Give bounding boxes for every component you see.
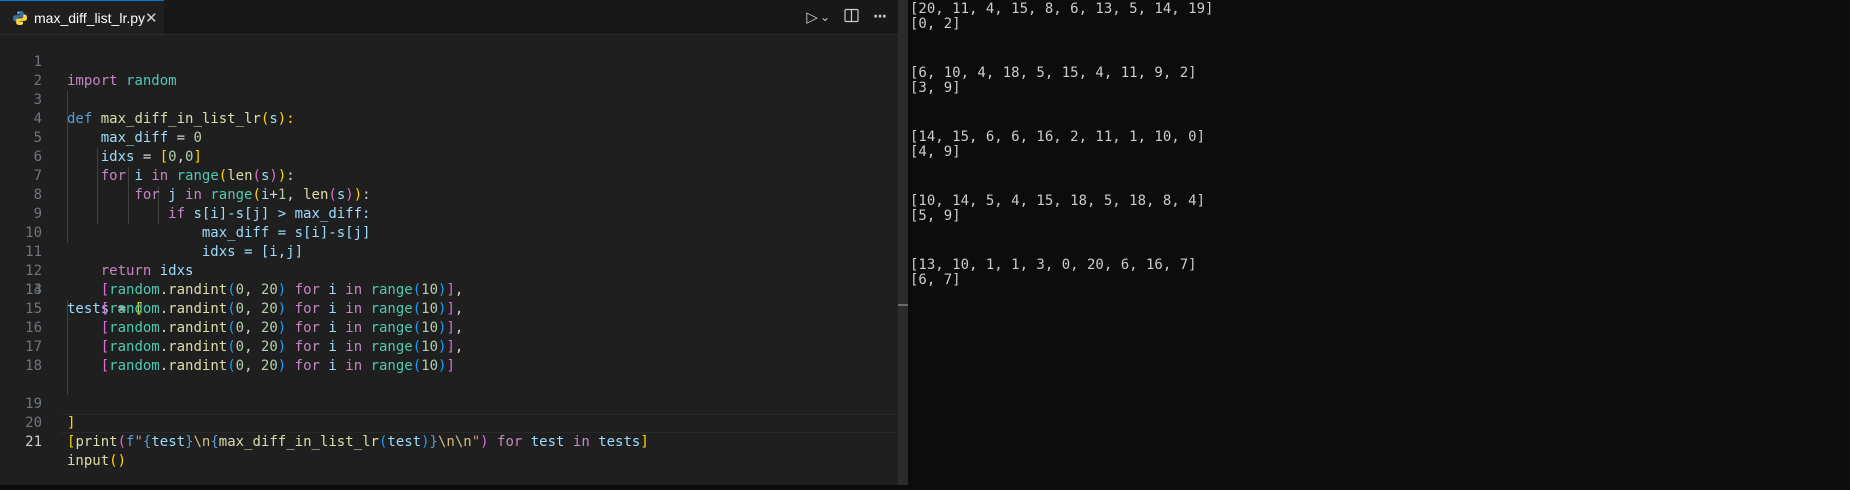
code-line: 18 [random.randint(0, 20) for i in range…	[0, 357, 898, 376]
split-editor-icon[interactable]	[844, 8, 859, 27]
code-text: [print(f"{test}\n{max_diff_in_list_lr(te…	[67, 434, 649, 450]
code-line: 8 if s[i]-s[j] > max_diff:	[0, 167, 898, 222]
code-line: 14 [random.randint(0, 20) for i in range…	[0, 281, 898, 300]
code-line: 11 return idxs	[0, 224, 898, 279]
code-line: 12	[0, 243, 898, 279]
code-line: 13 tests = [	[0, 262, 898, 317]
code-line: 15 [random.randint(0, 20) for i in range…	[0, 300, 898, 319]
terminal-line: [6, 7]	[910, 272, 961, 288]
line-number: 21	[25, 434, 42, 450]
code-text: input()	[67, 453, 127, 469]
editor-pane: max_diff_list_lr.py ✕ ▷ ⌄ ··· 1 import r…	[0, 0, 898, 485]
code-text: [random.randint(0, 20) for i in range(10…	[100, 320, 464, 336]
code-line: 20 [print(f"{test}\n{max_diff_in_list_lr…	[0, 395, 898, 450]
terminal-line: [3, 9]	[910, 80, 961, 96]
code-line: 2	[0, 53, 898, 89]
code-text: [random.randint(0, 20) for i in range(10…	[100, 358, 455, 374]
pane-splitter[interactable]	[898, 0, 908, 485]
splitter-handle[interactable]	[898, 304, 908, 306]
code-line: 5 idxs = [0,0]	[0, 110, 898, 165]
editor-actions: ▷ ⌄ ···	[806, 0, 887, 34]
play-icon: ▷	[806, 8, 818, 26]
code-line: 1 import random	[0, 34, 898, 89]
code-line: 21 input()	[0, 414, 898, 469]
line-number: 14	[25, 282, 42, 298]
terminal-output[interactable]: [20, 11, 4, 15, 8, 6, 13, 5, 14, 19] [0,…	[910, 0, 1850, 485]
code-line: 19 ]	[0, 376, 898, 431]
code-line: 3 def max_diff_in_list_lr(s):	[0, 72, 898, 127]
code-text: [random.randint(0, 20) for i in range(10…	[100, 301, 464, 317]
python-file-icon	[12, 10, 28, 26]
tab-filename: max_diff_list_lr.py	[34, 9, 146, 26]
code-line: 9 max_diff = s[i]-s[j]	[0, 186, 898, 241]
line-number: 18	[25, 358, 42, 374]
code-line: 4 max_diff = 0	[0, 91, 898, 146]
code-line: 10 idxs = [i,j]	[0, 205, 898, 260]
code-text: [random.randint(0, 20) for i in range(10…	[100, 282, 464, 298]
terminal-line: [0, 2]	[910, 16, 961, 32]
terminal-line: [5, 9]	[910, 208, 961, 224]
tab-bar: max_diff_list_lr.py ✕ ▷ ⌄ ···	[0, 0, 898, 35]
more-actions-icon[interactable]: ···	[873, 9, 887, 25]
code-line: 17 [random.randint(0, 20) for i in range…	[0, 338, 898, 357]
line-number: 16	[25, 320, 42, 336]
code-line: 6 for i in range(len(s)):	[0, 129, 898, 184]
code-text: [random.randint(0, 20) for i in range(10…	[100, 339, 464, 355]
close-icon[interactable]: ✕	[145, 9, 158, 27]
tab-max-diff-list-lr[interactable]: max_diff_list_lr.py ✕	[0, 0, 164, 34]
line-number: 15	[25, 301, 42, 317]
chevron-down-icon[interactable]: ⌄	[820, 10, 830, 24]
code-line: 16 [random.randint(0, 20) for i in range…	[0, 319, 898, 338]
run-python-file-button[interactable]: ▷ ⌄	[806, 8, 830, 26]
terminal-line: [4, 9]	[910, 144, 961, 160]
code-area[interactable]: 1 import random 2 3 def max_diff_in_list…	[0, 34, 898, 485]
code-line: 7 for j in range(i+1, len(s)):	[0, 148, 898, 203]
line-number: 17	[25, 339, 42, 355]
